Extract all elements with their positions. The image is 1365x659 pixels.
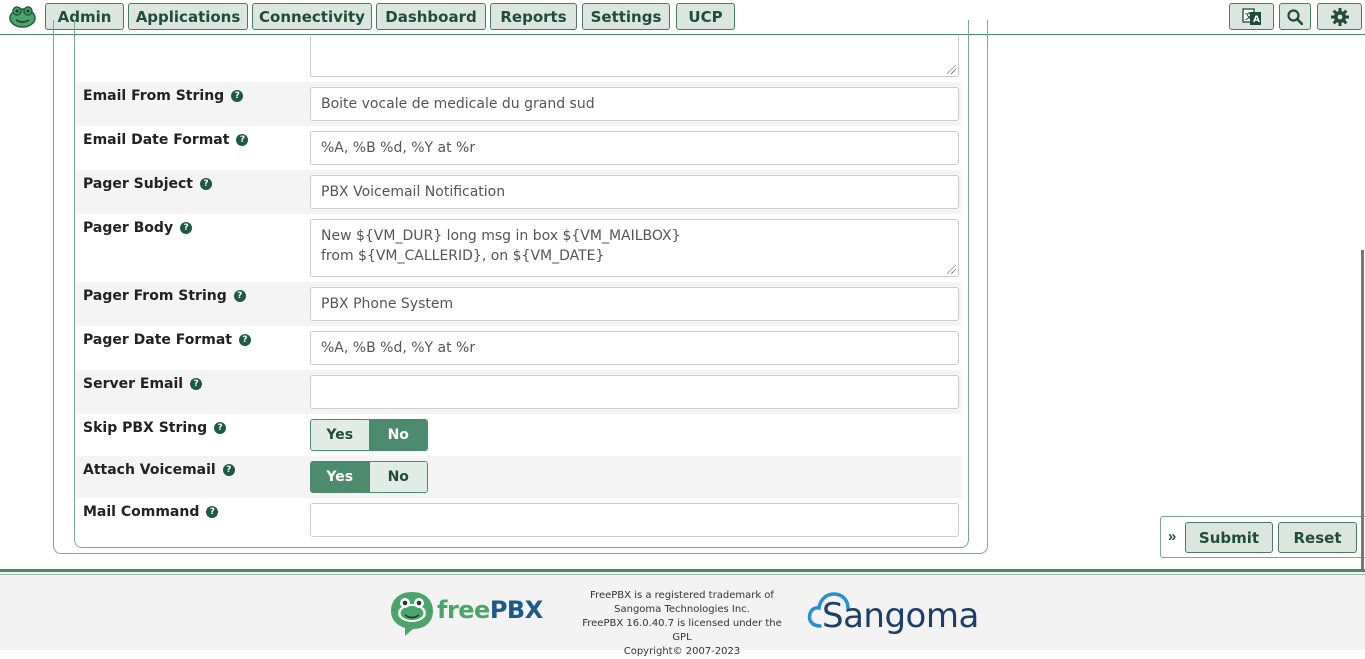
email-date-format-input[interactable]: %A, %B %d, %Y at %r [310,131,959,165]
pager-from-string-input[interactable]: PBX Phone System [310,287,959,321]
help-icon[interactable]: ? [236,134,249,146]
freepbx-logo-icon[interactable] [389,590,435,638]
row-pager-date-format: Pager Date Format ? %A, %B %d, %Y at %r [76,326,962,370]
previous-textarea[interactable] [310,36,959,77]
attach-voicemail-yes[interactable]: Yes [311,462,369,492]
server-email-input[interactable] [310,375,959,409]
footer-divider [0,574,1365,575]
sangoma-wordmark: Sangoma [822,596,979,636]
freepbx-frog-logo-icon[interactable] [9,5,36,28]
help-icon[interactable]: ? [214,422,227,434]
help-icon[interactable]: ? [239,334,252,346]
pager-body-textarea[interactable]: New ${VM_DUR} long msg in box ${VM_MAILB… [310,219,959,277]
attach-voicemail-label: Attach Voicemail ? [83,462,235,478]
row-pager-body: Pager Body ? New ${VM_DUR} long msg in b… [76,214,962,282]
pager-subject-input[interactable]: PBX Voicemail Notification [310,175,959,209]
scrollbar-thumb[interactable] [1361,250,1364,590]
skip-pbx-string-no[interactable]: No [368,420,427,450]
help-icon[interactable]: ? [233,290,246,302]
skip-pbx-string-yes[interactable]: Yes [311,420,369,450]
resize-grip-icon[interactable] [947,65,956,74]
gear-icon [1330,7,1349,26]
row-email-date-format: Email Date Format ? %A, %B %d, %Y at %r [76,126,962,170]
help-icon[interactable]: ? [222,464,235,476]
resize-grip-icon[interactable] [947,265,956,274]
row-skip-pbx-string: Skip PBX String ? Yes No [76,414,962,456]
freepbx-wordmark: freePBX [437,596,543,624]
language-button[interactable]: 文 A [1229,3,1274,30]
row-pager-subject: Pager Subject ? PBX Voicemail Notificati… [76,170,962,214]
pager-body-label: Pager Body ? [83,220,193,236]
search-button[interactable] [1279,3,1311,30]
row-email-from-string: Email From String ? Boite vocale de medi… [76,82,962,126]
help-icon[interactable]: ? [190,378,203,390]
skip-pbx-string-label: Skip PBX String ? [83,420,227,436]
mail-command-label: Mail Command ? [83,504,219,520]
email-from-string-label: Email From String ? [83,88,244,104]
reset-button[interactable]: Reset [1278,522,1357,553]
language-icon: 文 A [1241,7,1261,25]
email-date-format-label: Email Date Format ? [83,132,249,148]
svg-text:A: A [1253,15,1260,25]
pager-date-format-input[interactable]: %A, %B %d, %Y at %r [310,331,959,365]
floating-action-bar: » Submit Reset [1160,516,1365,558]
mail-command-input[interactable] [310,503,959,537]
server-email-label: Server Email ? [83,376,203,392]
help-icon[interactable]: ? [180,222,193,234]
submit-button[interactable]: Submit [1185,522,1273,553]
attach-voicemail-no[interactable]: No [368,462,427,492]
help-icon[interactable]: ? [206,506,219,518]
pager-date-format-label: Pager Date Format ? [83,332,252,348]
footer-legal-text: FreePBX is a registered trademark of San… [582,590,782,657]
search-icon [1287,8,1303,25]
pager-from-string-label: Pager From String ? [83,288,246,304]
row-mail-command: Mail Command ? [76,498,962,542]
row-attach-voicemail: Attach Voicemail ? Yes No [76,456,962,498]
help-icon[interactable]: ? [199,178,212,190]
pager-subject-label: Pager Subject ? [83,176,212,192]
attach-voicemail-toggle: Yes No [310,461,428,493]
help-icon[interactable]: ? [231,90,244,102]
skip-pbx-string-toggle: Yes No [310,419,428,451]
row-server-email: Server Email ? [76,370,962,414]
email-from-string-input[interactable]: Boite vocale de medicale du grand sud [310,87,959,121]
row-pager-from-string: Pager From String ? PBX Phone System [76,282,962,326]
settings-button[interactable] [1317,3,1362,30]
collapse-chevron-icon[interactable]: » [1168,528,1176,545]
